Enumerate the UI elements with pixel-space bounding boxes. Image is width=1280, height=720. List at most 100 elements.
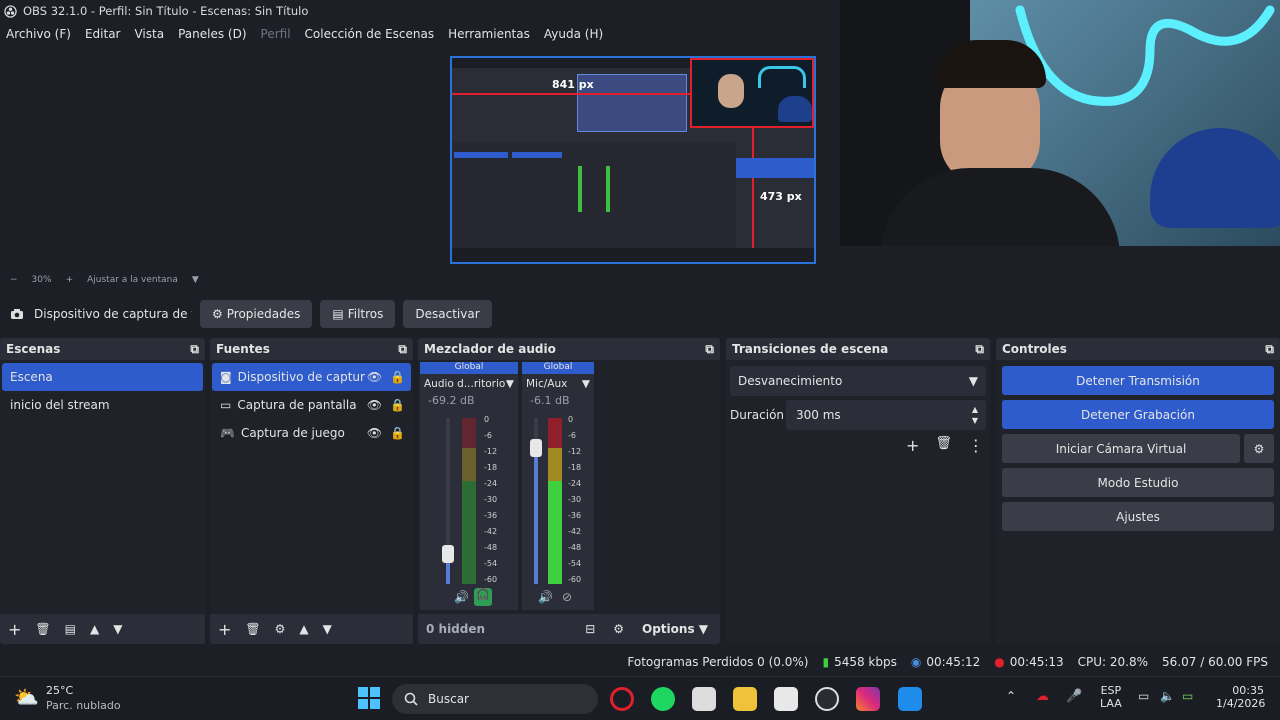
taskbar-clock[interactable]: 00:35 1/4/2026 — [1216, 684, 1265, 710]
properties-button[interactable]: ⚙ Propiedades — [200, 300, 313, 328]
trash-icon[interactable]: 🗑 — [935, 436, 952, 455]
menu-coleccion-escenas[interactable]: Colección de Escenas — [305, 27, 435, 41]
add-icon[interactable]: + — [218, 620, 231, 639]
windows-start-icon[interactable] — [358, 687, 380, 709]
monitor-off-icon[interactable]: ⊘ — [562, 590, 572, 604]
menu-vista[interactable]: Vista — [134, 27, 164, 41]
weather-icon[interactable]: ⛅ — [14, 685, 39, 709]
channel-db: -69.2 dB — [428, 394, 475, 407]
eye-icon[interactable]: 👁 — [367, 370, 382, 384]
mixer-toolbar: 0 hidden ⊟ ⚙ Options ▼ — [418, 614, 720, 644]
instagram-icon[interactable] — [856, 687, 880, 711]
scenes-dock: Escenas ⧉ Escena inicio del stream + 🗑 ▤… — [0, 338, 205, 644]
mixer-channels: Global Audio d...ritorio ▼ -69.2 dB 0 -6 -1… — [418, 360, 720, 614]
settings-button[interactable]: Ajustes — [1002, 502, 1274, 531]
source-item[interactable]: ◙ Dispositivo de captur 👁 🔒 — [212, 363, 411, 391]
undock-icon[interactable]: ⧉ — [190, 342, 199, 357]
mixer-header: Mezclador de audio ⧉ — [424, 341, 714, 357]
transition-select[interactable]: Desvanecimiento ▼ — [730, 366, 986, 396]
fortnite-icon[interactable] — [898, 687, 922, 711]
filters-button[interactable]: ▤ Filtros — [320, 300, 396, 328]
capcut-icon[interactable] — [774, 687, 798, 711]
add-icon[interactable]: + — [8, 620, 21, 639]
trash-icon[interactable]: 🗑 — [35, 622, 50, 636]
lock-icon[interactable]: 🔒 — [390, 370, 405, 384]
source-item[interactable]: ▭ Captura de pantalla 👁 🔒 — [212, 391, 411, 419]
battery-icon[interactable]: ▭ — [1182, 689, 1193, 703]
zoom-out-button[interactable]: − — [10, 275, 18, 285]
undock-icon[interactable]: ⧉ — [1265, 342, 1274, 357]
scene-item[interactable]: inicio del stream — [2, 391, 203, 419]
headphones-icon[interactable]: 🎧 — [474, 588, 492, 606]
chevron-up-icon[interactable]: ▲ — [299, 622, 308, 636]
stop-recording-button[interactable]: Detener Grabación — [1002, 400, 1274, 429]
eye-icon[interactable]: 👁 — [367, 426, 382, 440]
undock-icon[interactable]: ⧉ — [975, 342, 984, 357]
stop-streaming-button[interactable]: Detener Transmisión — [1002, 366, 1274, 395]
filter-icon[interactable]: ▤ — [65, 622, 76, 636]
options-menu[interactable]: Options ▼ — [642, 622, 708, 636]
studio-mode-button[interactable]: Modo Estudio — [1002, 468, 1274, 497]
source-item[interactable]: 🎮 Captura de juego 👁 🔒 — [212, 419, 411, 447]
undock-icon[interactable]: ⧉ — [398, 342, 407, 357]
fit-window-label[interactable]: Ajustar a la ventana — [87, 275, 178, 285]
transition-toolbar: + 🗑 ⋮ — [906, 436, 984, 455]
menu-archivo[interactable]: Archivo (F) — [6, 27, 71, 41]
speaker-icon[interactable]: 🔊 — [454, 590, 469, 604]
chevron-up-icon[interactable]: ⌃ — [1006, 689, 1016, 703]
start-virtual-camera-button[interactable]: Iniciar Cámara Virtual — [1002, 434, 1240, 463]
webcam-feed — [840, 0, 1280, 246]
add-icon[interactable]: + — [906, 436, 919, 455]
meter-scale: 0 -6 -12 -18 -24 -30 -36 -42 -48 -54 -60 — [484, 415, 498, 584]
gear-icon[interactable]: ⚙ — [1244, 434, 1274, 463]
volume-slider-handle[interactable] — [530, 439, 542, 457]
preview-image[interactable]: 841 px 473 px — [450, 56, 816, 264]
opera-icon[interactable] — [610, 687, 634, 711]
lock-icon[interactable]: 🔒 — [390, 426, 405, 440]
controls-body: Detener Transmisión Detener Grabación In… — [996, 360, 1280, 644]
cpu-usage: CPU: 20.8% — [1077, 655, 1149, 669]
eye-icon[interactable]: 👁 — [367, 398, 382, 412]
nested-taskbar — [452, 248, 814, 262]
weather-temp: 25°C — [46, 684, 74, 697]
menu-editar[interactable]: Editar — [85, 27, 121, 41]
duration-spinbox[interactable]: 300 ms ▲ ▼ — [786, 400, 986, 430]
chevron-down-icon[interactable]: ▼ — [113, 622, 122, 636]
zoom-in-button[interactable]: + — [66, 275, 74, 285]
more-icon[interactable]: ⋮ — [968, 436, 984, 455]
chevron-down-icon[interactable]: ▼ — [192, 275, 199, 285]
undock-icon[interactable]: ⧉ — [705, 342, 714, 357]
menu-herramientas[interactable]: Herramientas — [448, 27, 530, 41]
language-indicator[interactable]: ESP LAA — [1100, 684, 1122, 710]
volume-icon[interactable]: 🔈 — [1160, 689, 1175, 703]
gear-icon[interactable]: ⚙ — [275, 622, 286, 636]
menu-paneles[interactable]: Paneles (D) — [178, 27, 246, 41]
hidden-count: 0 hidden — [426, 622, 486, 636]
chevron-down-icon[interactable]: ▼ — [323, 622, 332, 636]
dimension-vertical: 473 px — [760, 190, 802, 203]
lock-icon[interactable]: 🔒 — [390, 398, 405, 412]
mic-icon[interactable]: 🎤 — [1066, 689, 1082, 704]
clapper-icon[interactable] — [692, 687, 716, 711]
window-title: OBS 32.1.0 - Perfil: Sin Título - Escena… — [23, 4, 309, 18]
obs-icon[interactable] — [815, 687, 839, 711]
menu-ayuda[interactable]: Ayuda (H) — [544, 27, 603, 41]
network-icon[interactable]: ▭ — [1138, 689, 1149, 703]
volume-slider-handle[interactable] — [442, 545, 454, 563]
channel-name-menu[interactable]: Audio d...ritorio ▼ — [420, 374, 518, 394]
menu-perfil[interactable]: Perfil — [261, 27, 291, 41]
chevron-up-icon[interactable]: ▲ — [90, 622, 99, 636]
spotify-icon[interactable] — [651, 687, 675, 711]
taskbar-search[interactable]: Buscar — [392, 684, 598, 714]
advanced-audio-icon[interactable]: ⚙ — [613, 622, 624, 636]
deactivate-button[interactable]: Desactivar — [403, 300, 492, 328]
speaker-icon[interactable]: 🔊 — [538, 590, 553, 604]
sources-toolbar: + 🗑 ⚙ ▲ ▼ — [210, 614, 413, 644]
folder-icon[interactable] — [733, 687, 757, 711]
cloud-icon[interactable]: ☁ — [1036, 689, 1049, 704]
layout-icon[interactable]: ⊟ — [585, 622, 595, 636]
channel-name-menu[interactable]: Mic/Aux ▼ — [522, 374, 594, 394]
trash-icon[interactable]: 🗑 — [245, 622, 260, 636]
spin-arrows-icon[interactable]: ▲ ▼ — [972, 404, 978, 426]
scene-item[interactable]: Escena — [2, 363, 203, 391]
